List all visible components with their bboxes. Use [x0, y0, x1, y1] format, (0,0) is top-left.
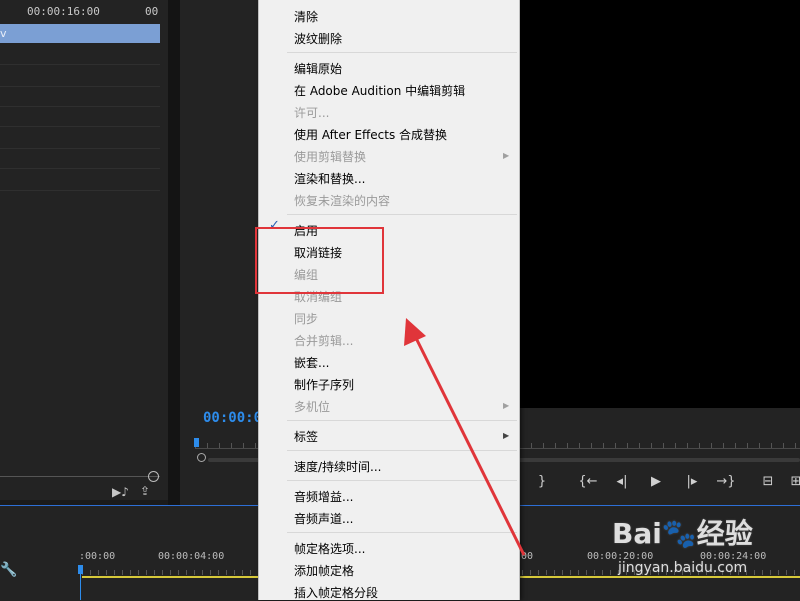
baidu-watermark: Bai🐾经验 jingyan.baidu.com — [612, 512, 800, 600]
watermark-url: jingyan.baidu.com — [618, 560, 748, 576]
baidu-logo: Bai🐾经验 — [612, 517, 753, 550]
annotation-arrow — [404, 318, 526, 556]
